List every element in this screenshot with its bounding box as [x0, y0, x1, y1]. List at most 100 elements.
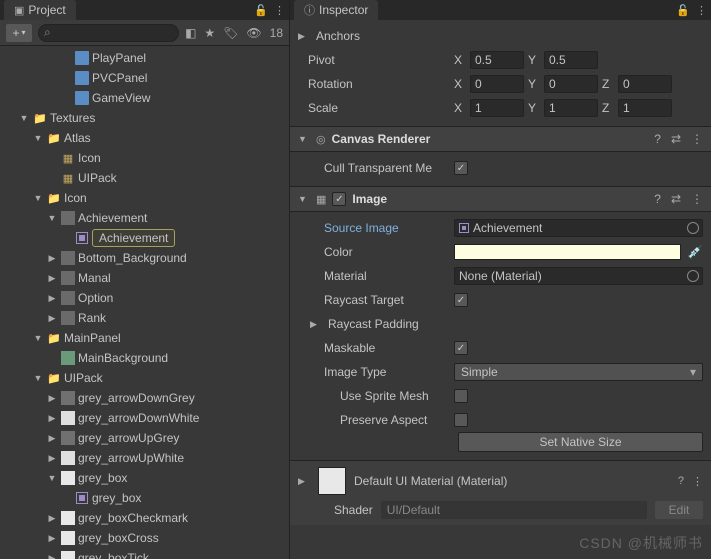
- expand-arrow[interactable]: ▶: [46, 533, 58, 544]
- tree-row[interactable]: ▶PlayPanel: [0, 48, 289, 68]
- help-icon[interactable]: ?: [654, 132, 661, 146]
- color-field[interactable]: [454, 244, 681, 260]
- expand-arrow[interactable]: ▶: [46, 553, 58, 559]
- tree-row[interactable]: ▼ grey_box: [0, 468, 289, 488]
- rot-z[interactable]: 0: [618, 75, 672, 93]
- menu-icon[interactable]: ⋮: [691, 192, 703, 206]
- expand-arrow[interactable]: ▶: [46, 253, 58, 264]
- expand-arrow[interactable]: ▶: [46, 433, 58, 444]
- tag-icon[interactable]: 🏷: [223, 26, 238, 40]
- favorite-icon[interactable]: ★: [204, 26, 215, 40]
- pivot-y[interactable]: 0.5: [544, 51, 598, 69]
- tree-row[interactable]: ▶MainBackground: [0, 348, 289, 368]
- tree-row[interactable]: ▶Achievement: [0, 228, 289, 248]
- expand-arrow[interactable]: ▼: [32, 133, 44, 143]
- expand-arrow[interactable]: ▶: [46, 393, 58, 404]
- expand-arrow[interactable]: ▶: [46, 293, 58, 304]
- tree-row[interactable]: ▶▦Icon: [0, 148, 289, 168]
- project-tree: ▶PlayPanel▶PVCPanel▶GameView▼📁Textures▼📁…: [0, 46, 289, 559]
- expand-arrow[interactable]: ▼: [46, 473, 58, 483]
- tree-row[interactable]: ▶▦UIPack: [0, 168, 289, 188]
- object-picker-icon[interactable]: [687, 270, 699, 282]
- tree-row[interactable]: ▶grey_arrowUpWhite: [0, 448, 289, 468]
- expand-arrow[interactable]: ▼: [32, 373, 44, 383]
- search-input[interactable]: [38, 24, 179, 42]
- tree-row[interactable]: ▶Option: [0, 288, 289, 308]
- lock-icon[interactable]: 🔓: [676, 4, 690, 17]
- maskable-checkbox[interactable]: [454, 341, 468, 355]
- expand-arrow[interactable]: ▼: [32, 193, 44, 203]
- visibility-icon[interactable]: 👁: [246, 26, 261, 40]
- sprite-mesh-checkbox[interactable]: [454, 389, 468, 403]
- expand-arrow[interactable]: ▶: [46, 453, 58, 464]
- tree-row[interactable]: ▶Bottom_Background: [0, 248, 289, 268]
- tree-row[interactable]: ▶grey_arrowDownGrey: [0, 388, 289, 408]
- menu-icon[interactable]: ⋮: [691, 132, 703, 146]
- expand-arrow[interactable]: ▼: [46, 213, 58, 223]
- anchors-label[interactable]: Anchors: [316, 29, 466, 43]
- project-tab[interactable]: ▣ Project: [4, 0, 76, 20]
- rot-y[interactable]: 0: [544, 75, 598, 93]
- tree-row[interactable]: ▶grey_boxCross: [0, 528, 289, 548]
- image-enabled-checkbox[interactable]: [332, 192, 346, 206]
- tree-row[interactable]: ▶Rank: [0, 308, 289, 328]
- expand-arrow[interactable]: ▶: [46, 273, 58, 284]
- expand-arrow[interactable]: ▶: [46, 313, 58, 324]
- object-picker-icon[interactable]: [687, 222, 699, 234]
- help-icon[interactable]: ?: [678, 475, 684, 487]
- tree-row[interactable]: ▼Achievement: [0, 208, 289, 228]
- inspector-tab-label: Inspector: [319, 3, 368, 17]
- prefab-icon: [74, 50, 90, 66]
- lock-icon[interactable]: 🔓: [254, 4, 268, 17]
- expand-arrow[interactable]: ▼: [32, 333, 44, 343]
- expand-arrow[interactable]: ▶: [46, 413, 58, 424]
- material-field[interactable]: None (Material): [454, 267, 703, 285]
- tree-row[interactable]: ▶grey_arrowUpGrey: [0, 428, 289, 448]
- tree-row[interactable]: ▶PVCPanel: [0, 68, 289, 88]
- expand-arrow[interactable]: ▼: [18, 113, 30, 123]
- tree-item-label: GameView: [92, 91, 150, 105]
- material-title: Default UI Material (Material): [354, 474, 670, 488]
- raycast-checkbox[interactable]: [454, 293, 468, 307]
- tree-row[interactable]: ▼📁Icon: [0, 188, 289, 208]
- help-icon[interactable]: ?: [654, 192, 661, 206]
- eyedropper-icon[interactable]: 💉: [687, 244, 703, 260]
- rot-x[interactable]: 0: [470, 75, 524, 93]
- tree-row[interactable]: ▼📁UIPack: [0, 368, 289, 388]
- menu-icon[interactable]: ⋮: [696, 4, 707, 17]
- tree-row[interactable]: ▼📁MainPanel: [0, 328, 289, 348]
- scale-z[interactable]: 1: [618, 99, 672, 117]
- source-image-field[interactable]: Achievement: [454, 219, 703, 237]
- image-type-dropdown[interactable]: Simple: [454, 363, 703, 381]
- padding-label[interactable]: Raycast Padding: [328, 317, 478, 331]
- tree-row[interactable]: ▶grey_arrowDownWhite: [0, 408, 289, 428]
- preset-icon[interactable]: ⇄: [671, 132, 681, 146]
- tree-row[interactable]: ▶grey_boxTick: [0, 548, 289, 559]
- pivot-x[interactable]: 0.5: [470, 51, 524, 69]
- tree-row[interactable]: ▶grey_box: [0, 488, 289, 508]
- tree-row[interactable]: ▼📁Textures: [0, 108, 289, 128]
- shader-field[interactable]: UI/Default: [381, 501, 647, 519]
- tree-row[interactable]: ▶grey_boxCheckmark: [0, 508, 289, 528]
- tree-item-label: grey_box: [78, 471, 127, 485]
- inspector-tab[interactable]: ⓘ Inspector: [294, 0, 378, 20]
- image-header[interactable]: ▼▦ Image ?⇄⋮: [290, 186, 711, 212]
- menu-icon[interactable]: ⋮: [692, 475, 703, 488]
- material-block: ▶ Default UI Material (Material) ? ⋮ Sha…: [290, 460, 711, 525]
- edit-button[interactable]: Edit: [655, 501, 703, 519]
- scale-y[interactable]: 1: [544, 99, 598, 117]
- menu-icon[interactable]: ⋮: [274, 4, 285, 17]
- preserve-checkbox[interactable]: [454, 413, 468, 427]
- scale-x[interactable]: 1: [470, 99, 524, 117]
- canvas-renderer-header[interactable]: ▼◎ Canvas Renderer ?⇄⋮: [290, 126, 711, 152]
- tree-row[interactable]: ▶GameView: [0, 88, 289, 108]
- preset-icon[interactable]: ⇄: [671, 192, 681, 206]
- cull-checkbox[interactable]: [454, 161, 468, 175]
- expand-arrow[interactable]: ▶: [46, 513, 58, 524]
- set-native-size-button[interactable]: Set Native Size: [458, 432, 703, 452]
- tree-row[interactable]: ▶Manal: [0, 268, 289, 288]
- filter-icon[interactable]: ◧: [185, 26, 196, 40]
- tree-item-label: Icon: [78, 151, 101, 165]
- add-button[interactable]: +▾: [6, 24, 32, 42]
- tree-row[interactable]: ▼📁Atlas: [0, 128, 289, 148]
